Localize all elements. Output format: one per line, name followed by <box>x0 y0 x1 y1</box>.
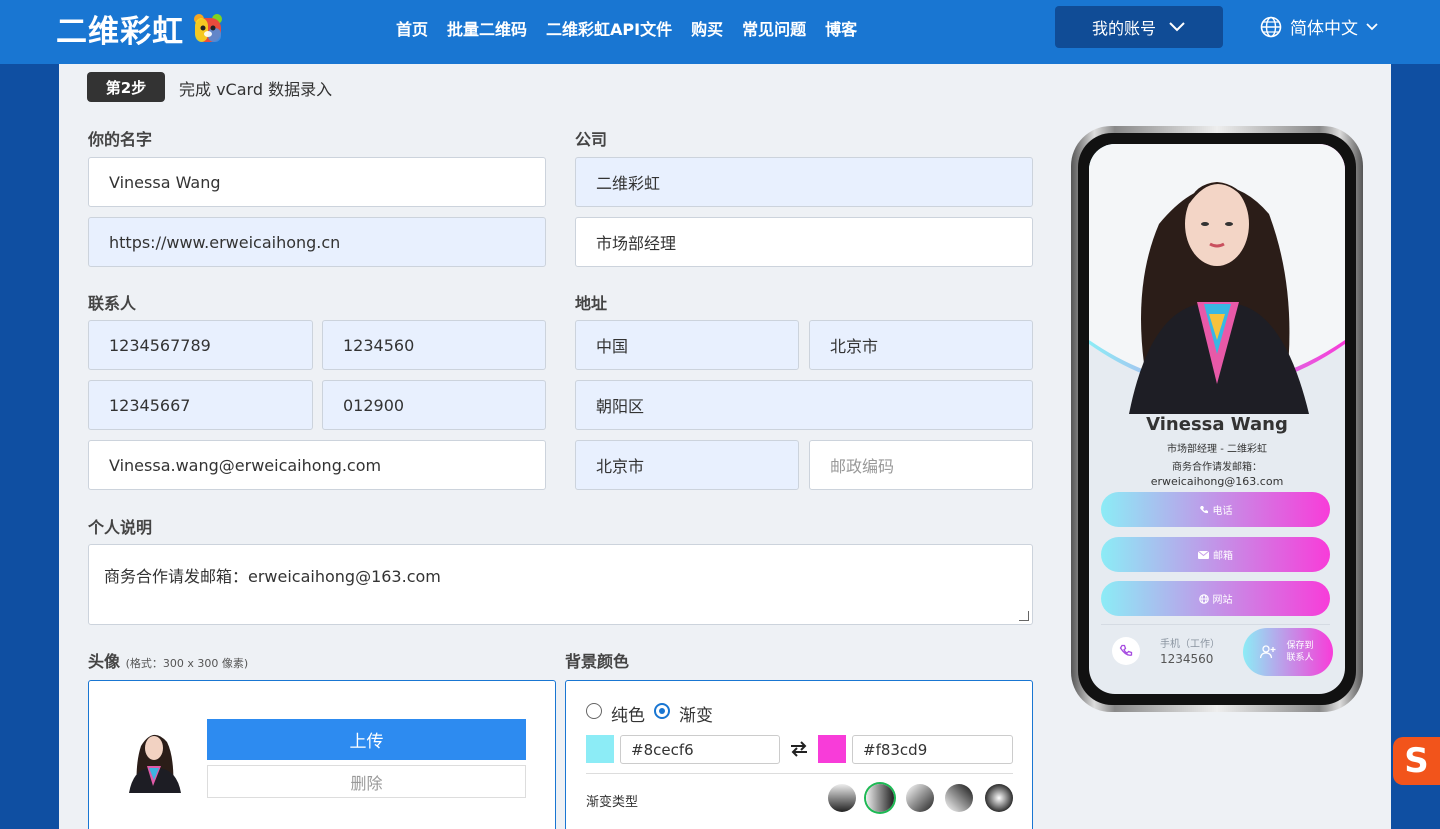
gradient-type-diagonal-reverse[interactable] <box>945 784 973 812</box>
preview-subtitle: 市场部经理 - 二维彩虹 <box>1167 444 1267 455</box>
language-selector[interactable]: 简体中文 <box>1260 14 1378 39</box>
bio-text: 商务合作请发邮箱：erweicaihong@163.com <box>104 567 441 586</box>
contact-label: 联系人 <box>88 294 137 313</box>
preview-bio-line2: erweicaihong@163.com <box>1150 475 1284 488</box>
account-label: 我的账号 <box>1091 19 1156 38</box>
globe-icon <box>1260 16 1282 37</box>
postcode-input[interactable]: 邮政编码 <box>809 440 1033 490</box>
nav-blog[interactable]: 博客 <box>825 16 857 40</box>
preview-email-label: 邮箱 <box>1213 551 1233 562</box>
swap-arrows-icon[interactable] <box>789 741 809 757</box>
phone-icon <box>1199 505 1208 513</box>
top-navbar: 二维彩虹 首页 批量二维码 二维彩虹API文件 购买 常见问题 博客 我的账号 … <box>0 0 1440 64</box>
preview-phone-number: 1234560 <box>1160 652 1214 666</box>
email-input[interactable]: Vinessa.wang@erweicaihong.com <box>88 440 546 490</box>
avatar-hint: (格式：300 x 300 像素) <box>125 657 249 670</box>
preview-contact-phone-icon <box>1112 637 1140 665</box>
logo-text: 二维彩虹 <box>56 13 184 50</box>
nav-home[interactable]: 首页 <box>396 16 428 40</box>
gradient-radio[interactable] <box>654 703 670 719</box>
step-badge: 第2步 <box>87 72 165 102</box>
divider <box>586 773 1013 774</box>
mail-icon <box>1198 550 1209 559</box>
preview-phone-type: 手机（工作） <box>1160 639 1220 650</box>
bio-textarea[interactable]: 商务合作请发邮箱：erweicaihong@163.com <box>88 544 1033 625</box>
company-input[interactable]: 二维彩虹 <box>575 157 1033 207</box>
avatar-thumbnail <box>119 724 188 793</box>
start-color-swatch[interactable] <box>586 735 614 763</box>
preview-divider <box>1101 624 1330 625</box>
vcard-form-panel: 第2步 完成 vCard 数据录入 你的名字 Vinessa Wang http… <box>59 64 1391 829</box>
gradient-label: 渐变 <box>679 706 713 726</box>
nav-faq[interactable]: 常见问题 <box>742 16 806 40</box>
background-box: 纯色 渐变 #8cecf6 #f83cd9 渐变类型 <box>565 680 1033 829</box>
avatar-label-text: 头像 <box>88 652 121 671</box>
position-input[interactable]: 市场部经理 <box>575 217 1033 267</box>
avatar-label: 头像 (格式：300 x 300 像素) <box>88 648 248 672</box>
phone-screen: Vinessa Wang 市场部经理 - 二维彩虹 商务合作请发邮箱： erwe… <box>1089 144 1345 694</box>
country-input[interactable]: 中国 <box>575 320 799 370</box>
phone-icon <box>1119 644 1133 656</box>
gradient-type-radial[interactable] <box>985 784 1013 812</box>
name-label: 你的名字 <box>88 130 153 149</box>
preview-email-button[interactable]: 邮箱 <box>1101 537 1330 572</box>
bio-label: 个人说明 <box>88 518 153 537</box>
globe-icon <box>1198 593 1209 604</box>
main-nav: 首页 批量二维码 二维彩虹API文件 购买 常见问题 博客 <box>396 16 857 40</box>
phone-bezel: Vinessa Wang 市场部经理 - 二维彩虹 商务合作请发邮箱： erwe… <box>1078 133 1356 705</box>
district-input[interactable]: 朝阳区 <box>575 380 1033 430</box>
preview-phone-button[interactable]: 电话 <box>1101 492 1330 527</box>
preview-bio-line1: 商务合作请发邮箱： <box>1172 462 1262 473</box>
step-title: 完成 vCard 数据录入 <box>179 80 333 99</box>
preview-name: Vinessa Wang <box>1146 414 1288 435</box>
avatar-box: 上传 删除 <box>88 680 556 829</box>
delete-button[interactable]: 删除 <box>207 765 526 798</box>
gradient-type-horizontal[interactable] <box>866 784 894 812</box>
nav-batch-qr[interactable]: 批量二维码 <box>447 16 527 40</box>
city-input[interactable]: 北京市 <box>575 440 799 490</box>
solid-radio[interactable] <box>586 703 602 719</box>
gradient-type-label: 渐变类型 <box>586 795 639 810</box>
resize-handle-icon[interactable] <box>1019 611 1029 621</box>
end-color-input[interactable]: #f83cd9 <box>852 735 1013 764</box>
phone-preview: Vinessa Wang 市场部经理 - 二维彩虹 商务合作请发邮箱： erwe… <box>1071 126 1363 712</box>
gradient-type-diagonal[interactable] <box>906 784 934 812</box>
province-input[interactable]: 北京市 <box>809 320 1033 370</box>
nav-api-docs[interactable]: 二维彩虹API文件 <box>546 16 672 40</box>
address-label: 地址 <box>575 294 608 313</box>
chevron-down-icon <box>1169 22 1185 32</box>
upload-button[interactable]: 上传 <box>207 719 526 760</box>
background-label: 背景颜色 <box>565 652 630 671</box>
rainbow-bear-icon <box>192 12 224 44</box>
language-label: 简体中文 <box>1290 19 1358 39</box>
profile-photo <box>1089 144 1345 414</box>
solid-label: 纯色 <box>611 706 645 726</box>
fax-input[interactable]: 012900 <box>322 380 546 430</box>
save-contact-button[interactable]: 保存到联系人 <box>1243 628 1333 676</box>
add-user-icon <box>1260 645 1276 659</box>
preview-website-button[interactable]: 网站 <box>1101 581 1330 616</box>
chevron-down-icon <box>1366 22 1378 30</box>
company-label: 公司 <box>575 130 608 149</box>
website-input[interactable]: https://www.erweicaihong.cn <box>88 217 546 267</box>
nav-purchase[interactable]: 购买 <box>691 16 723 40</box>
preview-phone-label: 电话 <box>1212 506 1233 517</box>
mobile-phone-input[interactable]: 1234567789 <box>88 320 313 370</box>
sogou-ime-icon[interactable]: S <box>1393 737 1440 785</box>
work-phone-input[interactable]: 1234560 <box>322 320 546 370</box>
save-contact-label: 保存到联系人 <box>1286 641 1314 663</box>
preview-website-label: 网站 <box>1212 595 1233 606</box>
end-color-swatch[interactable] <box>818 735 846 763</box>
home-phone-input[interactable]: 12345667 <box>88 380 313 430</box>
name-input[interactable]: Vinessa Wang <box>88 157 546 207</box>
my-account-button[interactable]: 我的账号 <box>1055 6 1223 48</box>
start-color-input[interactable]: #8cecf6 <box>620 735 780 764</box>
site-logo[interactable]: 二维彩虹 <box>56 8 224 50</box>
gradient-type-vertical[interactable] <box>828 784 856 812</box>
